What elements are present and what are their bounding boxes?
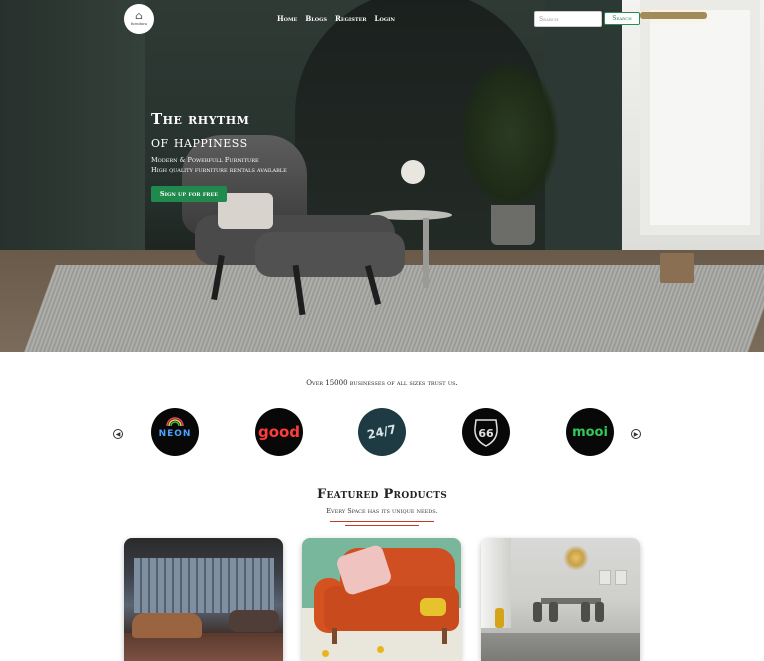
hero-title-line2: of happiness (151, 133, 248, 151)
card-image-chair (595, 602, 604, 622)
card-image-ball (322, 650, 329, 657)
card-image-chair-yellow (495, 608, 504, 628)
card-image-chair (581, 602, 590, 622)
card-image-sofa (229, 610, 279, 632)
nav-login[interactable]: Login (375, 14, 395, 23)
brand-logo-route66[interactable]: 66 (462, 408, 510, 456)
search-button[interactable]: Search (604, 12, 640, 25)
card-image-sofa-leg (332, 628, 337, 644)
hero-rug (24, 265, 764, 352)
featured-subtitle: Every Space has its unique needs. (326, 507, 438, 515)
chevron-left-icon: ◀ (115, 430, 121, 438)
card-image-frame (599, 570, 611, 585)
brand-label-mooi: mooi (572, 424, 608, 440)
brand-logo-mooi[interactable]: mooi (566, 408, 614, 456)
hero-plant (460, 60, 560, 210)
carousel-prev-button[interactable]: ◀ (113, 429, 123, 439)
chevron-right-icon: ▶ (633, 430, 639, 438)
brand-logo-sign[interactable]: 24/7 (358, 408, 406, 456)
brand-label-good: good (257, 423, 301, 441)
divider-line (345, 525, 419, 526)
site-logo[interactable]: ⌂ furnitura (124, 4, 154, 34)
divider-line (330, 521, 434, 522)
hero-plant-pot (491, 205, 535, 245)
product-card-dining-room[interactable] (481, 538, 640, 661)
product-card-orange-sofa[interactable] (302, 538, 461, 661)
brand-label-neon: NEON (158, 429, 192, 439)
hero-light-bar (640, 12, 707, 19)
hero-banner (0, 0, 764, 352)
card-image-ball (377, 646, 384, 653)
nav-register[interactable]: Register (335, 14, 367, 23)
card-image-chair (549, 602, 558, 622)
brand-logo-good[interactable]: good (255, 408, 303, 456)
logo-text: furnitura (130, 22, 148, 26)
card-image-sofa-leg (442, 628, 447, 644)
card-image-throw (420, 598, 446, 616)
house-icon: ⌂ (135, 11, 143, 22)
signup-button[interactable]: Sign up for free (151, 186, 227, 202)
carousel-next-button[interactable]: ▶ (631, 429, 641, 439)
hero-table-lamp (401, 160, 425, 184)
card-image-floor (481, 633, 640, 661)
main-nav: Home Blogs Register Login (277, 14, 395, 23)
hero-subtitle-line2: High quality furniture rentals available (151, 166, 287, 174)
hero-subtitle-line1: Modern & Powerfull Furniture (151, 156, 259, 164)
brand-label-route66: 66 (478, 427, 494, 440)
product-card-office-lounge[interactable] (124, 538, 283, 661)
nav-blogs[interactable]: Blogs (305, 14, 327, 23)
card-image-sofa (132, 613, 202, 638)
brand-label-sign: 24/7 (366, 422, 398, 442)
hero-title-line1: The rhythm (151, 110, 250, 128)
hero-window-frame (640, 0, 760, 235)
featured-title: Featured Products (316, 487, 447, 502)
card-image-chandelier (561, 543, 591, 573)
brand-logo-neon[interactable]: NEON (151, 408, 199, 456)
hero-side-table-leg (423, 218, 429, 288)
card-image-window (134, 558, 274, 613)
card-image-frame (615, 570, 627, 585)
hero-ottoman (255, 232, 405, 277)
trust-statement: Over 15000 businesses of all sizes trust… (306, 379, 458, 387)
search-input[interactable] (534, 11, 602, 27)
nav-home[interactable]: Home (277, 14, 297, 23)
card-image-chair (533, 602, 542, 622)
hero-floor-lamp (660, 253, 694, 283)
